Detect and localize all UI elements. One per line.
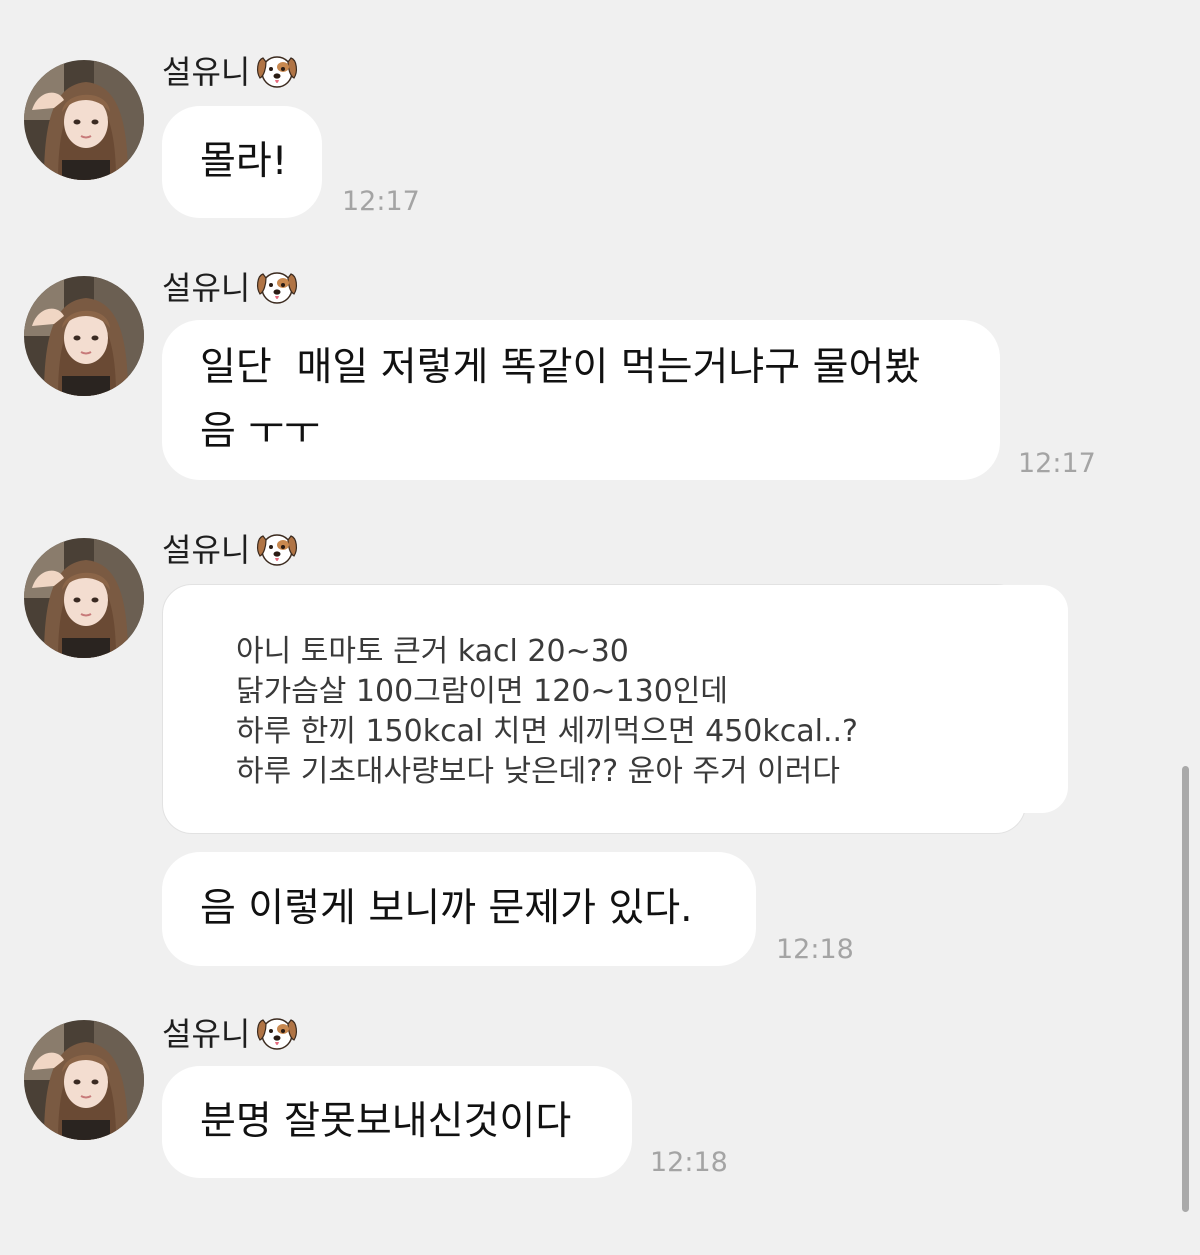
message-text: 음 이렇게 보니까 문제가 있다. xyxy=(200,886,693,931)
card-line: 하루 한끼 150kcal 치면 세끼먹으면 450kcal..? xyxy=(236,714,858,749)
sender-avatar[interactable] xyxy=(24,1020,144,1140)
dog-face-icon xyxy=(254,1010,300,1054)
profile-photo xyxy=(24,538,144,658)
card-line: 하루 기초대사량보다 낮은데?? 윤아 주거 이러다 xyxy=(236,754,840,789)
message-text: 분명 잘못보내신것이다 xyxy=(200,1099,572,1144)
sender-avatar[interactable] xyxy=(24,538,144,658)
sender-name-row: 설유니 xyxy=(162,526,300,570)
message-bubble[interactable]: 음 이렇게 보니까 문제가 있다. xyxy=(162,852,756,966)
sender-name: 설유니 xyxy=(162,531,251,569)
message-time: 12:18 xyxy=(650,1147,728,1178)
sender-name: 설유니 xyxy=(162,269,251,307)
sender-name: 설유니 xyxy=(162,1015,251,1053)
profile-photo xyxy=(24,1020,144,1140)
message-bubble[interactable]: 분명 잘못보내신것이다 xyxy=(162,1066,632,1178)
sender-name: 설유니 xyxy=(162,53,251,91)
scrollbar[interactable] xyxy=(1182,766,1189,1212)
message-time: 12:17 xyxy=(342,186,420,217)
sender-name-row: 설유니 xyxy=(162,264,300,308)
message-text: 몰라! xyxy=(200,139,288,184)
message-time: 12:18 xyxy=(776,934,854,965)
message-time: 12:17 xyxy=(1018,448,1096,479)
dog-face-icon xyxy=(254,48,300,92)
sender-avatar[interactable] xyxy=(24,60,144,180)
dog-face-icon xyxy=(254,264,300,308)
sender-name-row: 설유니 xyxy=(162,1010,300,1054)
profile-photo xyxy=(24,276,144,396)
sender-name-row: 설유니 xyxy=(162,48,300,92)
image-message-text: 아니 토마토 큰거 kacl 20~30 닭가슴살 100그람이면 120~13… xyxy=(236,632,858,792)
message-bubble[interactable]: 몰라! xyxy=(162,106,322,218)
card-line: 아니 토마토 큰거 kacl 20~30 xyxy=(236,634,629,669)
sender-avatar[interactable] xyxy=(24,276,144,396)
message-bubble[interactable]: 일단 매일 저렇게 똑같이 먹는거냐구 물어봤 음 ㅜㅜ xyxy=(162,320,1000,480)
card-line: 닭가슴살 100그람이면 120~130인데 xyxy=(236,674,728,709)
profile-photo xyxy=(24,60,144,180)
message-text: 일단 매일 저렇게 똑같이 먹는거냐구 물어봤 음 ㅜㅜ xyxy=(200,345,921,454)
dog-face-icon xyxy=(254,526,300,570)
